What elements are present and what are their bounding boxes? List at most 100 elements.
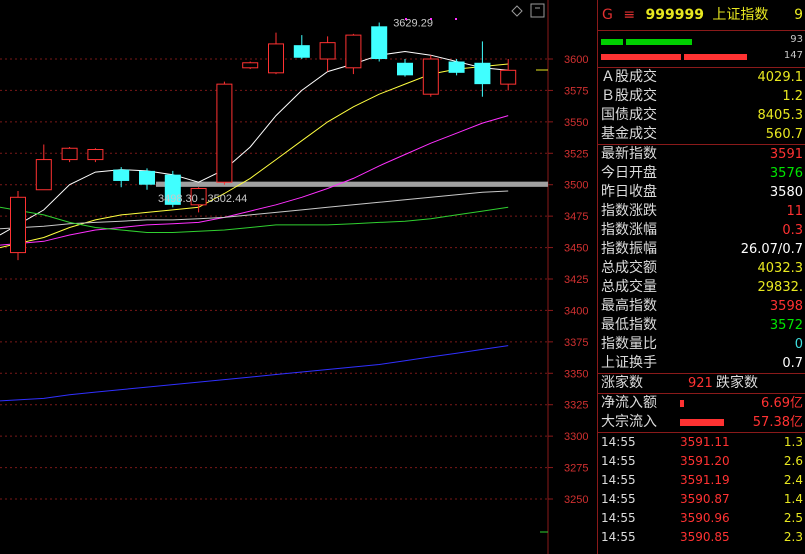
stat-value: 0.7 — [782, 356, 803, 371]
red-bar-1 — [601, 54, 681, 60]
tick-list: 14:55 3591.11 1.3 14:55 3591.20 2.6 14:55 3591.… — [598, 433, 805, 547]
axis-tick-label: 3250 — [564, 494, 588, 506]
candle-body — [422, 58, 439, 95]
tick-time: 14:55 — [601, 435, 636, 449]
ma-line — [0, 206, 509, 233]
turnover-row: Ａ股成交 4029.1 — [598, 68, 805, 87]
turnover-label: 国债成交 — [601, 107, 657, 123]
block-inflow-value: 57.38亿 — [752, 415, 803, 430]
breadth-section: 涨家数 921 跌家数 — [598, 374, 805, 394]
axis-tick-label: 3325 — [564, 400, 588, 412]
turnover-section: Ａ股成交 4029.1 Ｂ股成交 1.2 国债成交 8405.3 基金成交 560.7 — [598, 68, 805, 145]
axis-tick-label: 3475 — [564, 211, 588, 223]
stat-label: 最高指数 — [601, 298, 657, 314]
range-band — [156, 181, 548, 187]
stat-value: 26.07/0.7 — [740, 242, 803, 257]
stat-label: 今日开盘 — [601, 165, 657, 181]
tick-price: 3591.11 — [680, 435, 730, 449]
turnover-row: Ｂ股成交 1.2 — [598, 87, 805, 106]
index-stats-section: 最新指数 3591 今日开盘 3576 昨日收盘 3580 指数涨跌 11 指数涨幅 0.3 指数振… — [598, 145, 805, 374]
red-bar-2 — [684, 54, 747, 60]
band-label: 3498.30 - 3502.44 — [158, 193, 247, 205]
stat-row: 指数涨跌 11 — [598, 202, 805, 221]
stat-row: 总成交额 4032.3 — [598, 259, 805, 278]
stat-row: 最高指数 3598 — [598, 297, 805, 316]
axis-tick-label: 3275 — [564, 463, 588, 475]
letter-badge[interactable]: G — [602, 7, 613, 23]
axis-tick-label: 3600 — [564, 54, 588, 66]
tick-row: 14:55 3590.96 2.5 — [598, 509, 805, 528]
candle-body — [293, 45, 310, 58]
diamond-icon — [511, 5, 523, 17]
stat-row: 总成交量 29832. — [598, 278, 805, 297]
tick-volume: 2.5 — [783, 511, 803, 525]
stat-label: 总成交额 — [601, 260, 657, 276]
stat-row: 上证换手 0.7 — [598, 354, 805, 373]
tick-volume: 2.4 — [783, 473, 803, 487]
tick-time: 14:55 — [601, 511, 636, 525]
stat-row: 指数涨幅 0.3 — [598, 221, 805, 240]
stat-label: 指数振幅 — [601, 241, 657, 257]
candle-body — [61, 147, 78, 161]
rise-value: 921 — [688, 376, 713, 391]
stat-value: 29832. — [757, 280, 804, 295]
turnover-value: 1.2 — [782, 89, 803, 104]
net-inflow-bar — [680, 400, 684, 407]
turnover-label: Ｂ股成交 — [601, 88, 657, 104]
bar-num-2: 147 — [783, 50, 803, 61]
tick-row: 14:55 3591.19 2.4 — [598, 471, 805, 490]
quote-panel: G ≡ 999999 上证指数 9 93 147 Ａ股成交 4029.1 Ｂ股成交 1… — [597, 0, 805, 554]
tick-volume: 1.4 — [783, 492, 803, 506]
kline-chart[interactable]: 3600 3575 3550 3525 3500 3475 3450 3425 3400 3375… — [0, 0, 597, 554]
tick-volume: 2.6 — [783, 454, 803, 468]
axis-tick-label: 3350 — [564, 368, 588, 380]
axis-tick-label: 3425 — [564, 274, 588, 286]
kline-svg[interactable]: 3600 3575 3550 3525 3500 3475 3450 3425 3400 3375… — [0, 0, 597, 554]
event-marker — [455, 18, 457, 20]
stat-value: 3576 — [769, 166, 803, 181]
green-bar-2 — [626, 39, 692, 45]
menu-icon[interactable]: ≡ — [623, 7, 635, 23]
candle-body — [35, 159, 52, 191]
turnover-value: 560.7 — [765, 127, 803, 142]
tick-volume: 2.3 — [783, 530, 803, 544]
turnover-label: Ａ股成交 — [601, 69, 657, 85]
candle-body — [268, 43, 284, 74]
net-inflow-value: 6.69亿 — [761, 396, 803, 411]
stat-label: 总成交量 — [601, 279, 657, 295]
candle-body — [500, 69, 517, 85]
panel-header: G ≡ 999999 上证指数 9 — [598, 0, 805, 31]
stat-row: 指数量比 0 — [598, 335, 805, 354]
tick-price: 3590.87 — [680, 492, 730, 506]
stat-label: 最新指数 — [601, 146, 657, 162]
block-inflow-label: 大宗流入 — [601, 414, 657, 430]
axis-tick-label: 3400 — [564, 305, 588, 317]
event-marker — [405, 18, 407, 20]
tick-price: 3591.19 — [680, 473, 730, 487]
candle-body — [216, 83, 233, 183]
breadth-bars: 93 147 — [598, 31, 805, 68]
stat-row: 最新指数 3591 — [598, 145, 805, 164]
axis-tick-label: 3525 — [564, 148, 588, 160]
stat-label: 昨日收盘 — [601, 184, 657, 200]
candle-body — [319, 42, 336, 60]
expand-icon[interactable] — [530, 3, 545, 18]
stat-label: 上证换手 — [601, 355, 657, 371]
stat-label: 指数涨跌 — [601, 203, 657, 219]
stat-value: 3598 — [769, 299, 803, 314]
stat-row: 今日开盘 3576 — [598, 164, 805, 183]
axis-tick-label: 3500 — [564, 180, 588, 192]
stat-value: 11 — [786, 204, 803, 219]
candle-body — [87, 149, 104, 161]
tick-row: 14:55 3590.85 2.3 — [598, 528, 805, 547]
flow-section: 净流入额 6.69亿 大宗流入 57.38亿 — [598, 394, 805, 433]
candle-body — [371, 26, 388, 59]
tick-time: 14:55 — [601, 530, 636, 544]
candle-body — [113, 169, 130, 181]
net-inflow-label: 净流入额 — [601, 395, 657, 411]
axis-tick-label: 3300 — [564, 431, 588, 443]
rise-label: 涨家数 — [601, 375, 643, 391]
stat-row: 指数振幅 26.07/0.7 — [598, 240, 805, 259]
event-marker — [430, 18, 432, 20]
turnover-value: 4029.1 — [757, 70, 804, 85]
